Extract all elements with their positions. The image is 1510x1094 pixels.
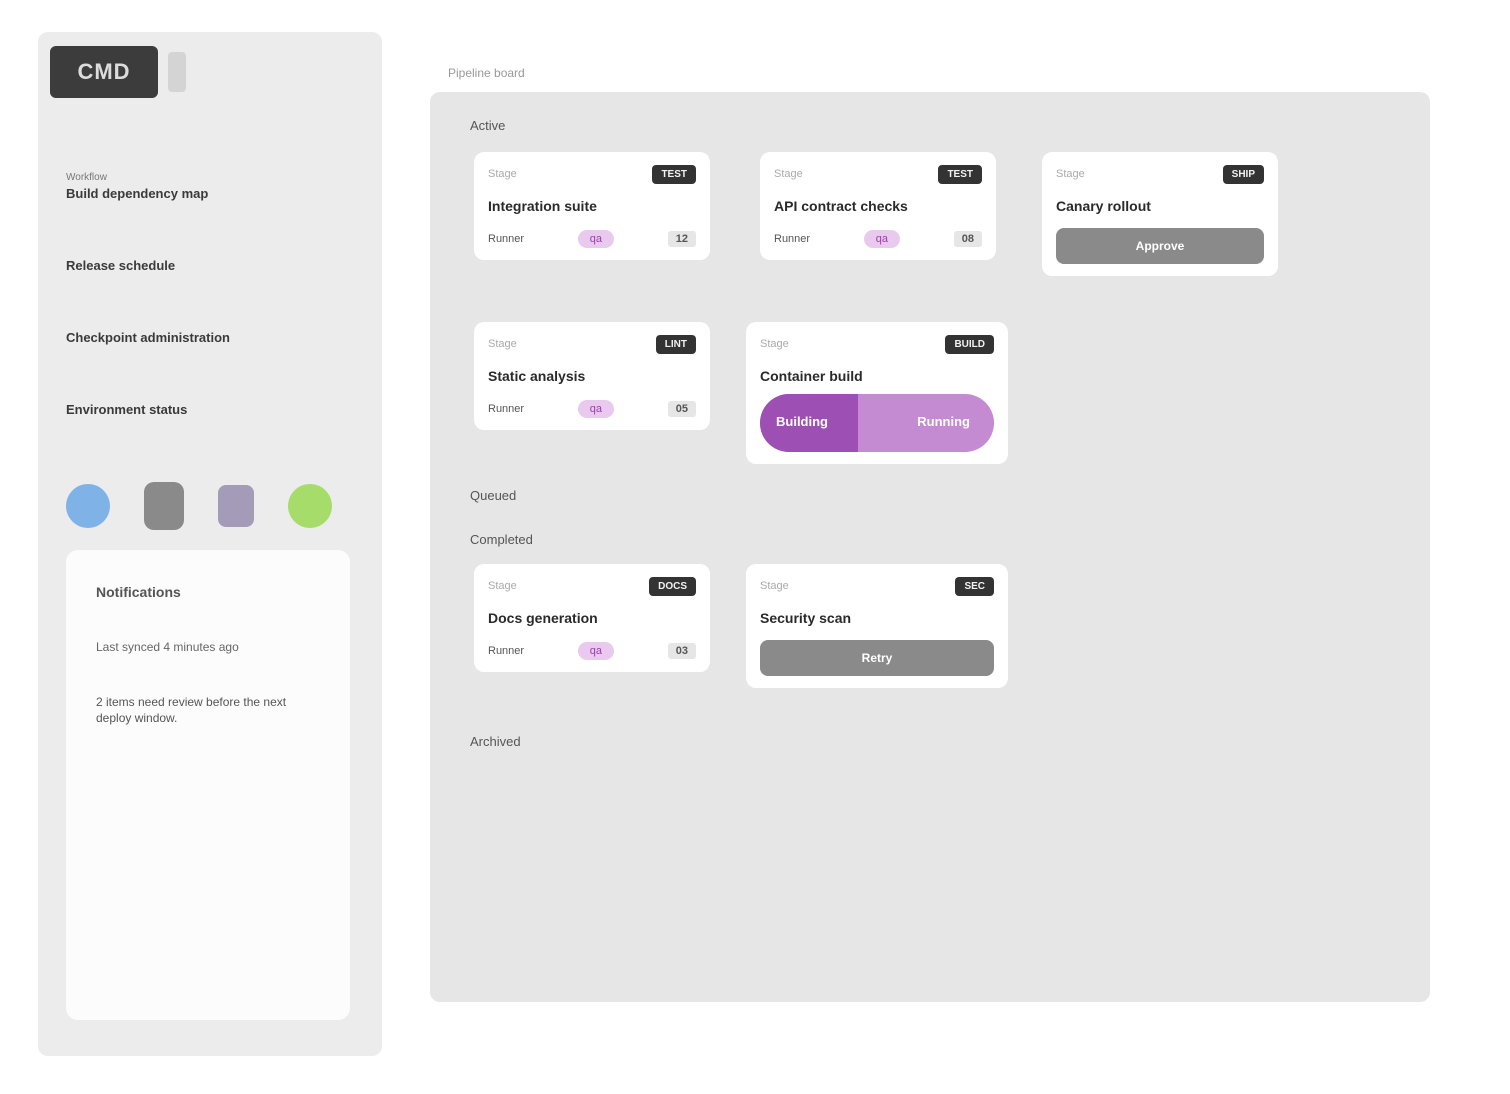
sidebar-item-checkpoint-admin[interactable]: Checkpoint administration <box>66 330 230 345</box>
card-title: Security scan <box>760 610 852 626</box>
progress-label: Building <box>776 414 828 429</box>
card-tag[interactable]: qa <box>577 400 615 418</box>
stage-card[interactable]: Stage BUILD Container build Building Run… <box>746 322 1008 464</box>
green-avatar[interactable] <box>288 484 332 528</box>
card-kicker: Stage <box>488 338 517 350</box>
sidebar-item-environment-status[interactable]: Environment status <box>66 402 187 417</box>
card-meta-label: Runner <box>774 233 811 245</box>
stage-card[interactable]: Stage DOCS Docs generation Runner qa 03 <box>474 564 710 672</box>
sidebar-item-dependency-map[interactable]: Workflow Build dependency map <box>66 172 208 201</box>
card-title: Container build <box>760 368 863 384</box>
stage-chip[interactable]: BUILD <box>945 334 994 354</box>
sidebar-item-sub: Workflow <box>66 172 107 183</box>
stage-chip[interactable]: SEC <box>955 576 994 596</box>
sidebar-item-label: Build dependency map <box>66 186 209 201</box>
section-label-completed: Completed <box>470 532 533 547</box>
stage-chip[interactable]: LINT <box>655 334 696 354</box>
card-value: 08 <box>953 231 982 247</box>
logo-row: CMD <box>50 46 186 98</box>
card-title: Canary rollout <box>1056 198 1151 214</box>
logo-badge <box>168 52 186 92</box>
stage-chip[interactable]: DOCS <box>649 576 696 596</box>
sidebar-item-release-schedule[interactable]: Release schedule <box>66 258 175 273</box>
blue-avatar[interactable] <box>66 484 110 528</box>
stage-card[interactable]: Stage TEST API contract checks Runner qa… <box>760 152 996 260</box>
stage-chip[interactable]: SHIP <box>1222 164 1264 184</box>
card-kicker: Stage <box>488 580 517 592</box>
section-label-queued: Queued <box>470 488 517 503</box>
card-value: 05 <box>667 401 696 417</box>
card-tag[interactable]: qa <box>863 230 901 248</box>
card-tag[interactable]: qa <box>577 230 615 248</box>
app-logo[interactable]: CMD <box>50 46 158 98</box>
stage-card[interactable]: Stage SHIP Canary rollout Approve <box>1042 152 1278 276</box>
sync-status: Last synced 4 minutes ago <box>96 640 239 654</box>
panel-title: Notifications <box>96 584 181 600</box>
section-label-active: Active <box>470 118 506 133</box>
sidebar: CMD Workflow Build dependency map Releas… <box>38 32 382 1056</box>
card-meta-label: Runner <box>488 645 525 657</box>
stage-card[interactable]: Stage TEST Integration suite Runner qa 1… <box>474 152 710 260</box>
purple-avatar[interactable] <box>218 485 254 527</box>
avatar-row <box>66 482 332 530</box>
sidebar-item-label: Checkpoint administration <box>66 330 230 345</box>
sidebar-item-label: Release schedule <box>66 258 176 273</box>
retry-button[interactable]: Retry <box>760 640 994 676</box>
card-title: Docs generation <box>488 610 598 626</box>
card-title: Static analysis <box>488 368 586 384</box>
progress-status: Running <box>917 414 970 429</box>
gray-avatar[interactable] <box>144 482 184 530</box>
card-value: 03 <box>667 643 696 659</box>
card-kicker: Stage <box>760 338 789 350</box>
stage-chip[interactable]: TEST <box>652 164 696 184</box>
card-title: API contract checks <box>774 198 908 214</box>
card-kicker: Stage <box>774 168 803 180</box>
sidebar-item-label: Environment status <box>66 402 188 417</box>
stage-card[interactable]: Stage LINT Static analysis Runner qa 05 <box>474 322 710 430</box>
section-label-archived: Archived <box>470 734 521 749</box>
board-title: Pipeline board <box>448 66 525 80</box>
approve-button[interactable]: Approve <box>1056 228 1264 264</box>
card-kicker: Stage <box>488 168 517 180</box>
card-title: Integration suite <box>488 198 597 214</box>
stage-chip[interactable]: TEST <box>938 164 982 184</box>
card-meta-label: Runner <box>488 403 525 415</box>
pipeline-board: Active Stage TEST Integration suite Runn… <box>430 92 1430 1002</box>
card-tag[interactable]: qa <box>577 642 615 660</box>
card-value: 12 <box>667 231 696 247</box>
card-meta-label: Runner <box>488 233 525 245</box>
card-kicker: Stage <box>760 580 789 592</box>
build-progress-bar[interactable]: Building Running <box>760 394 994 452</box>
notification-panel: Notifications Last synced 4 minutes ago … <box>66 550 350 1020</box>
panel-message: 2 items need review before the next depl… <box>96 695 287 725</box>
stage-card[interactable]: Stage SEC Security scan Retry <box>746 564 1008 688</box>
card-kicker: Stage <box>1056 168 1085 180</box>
